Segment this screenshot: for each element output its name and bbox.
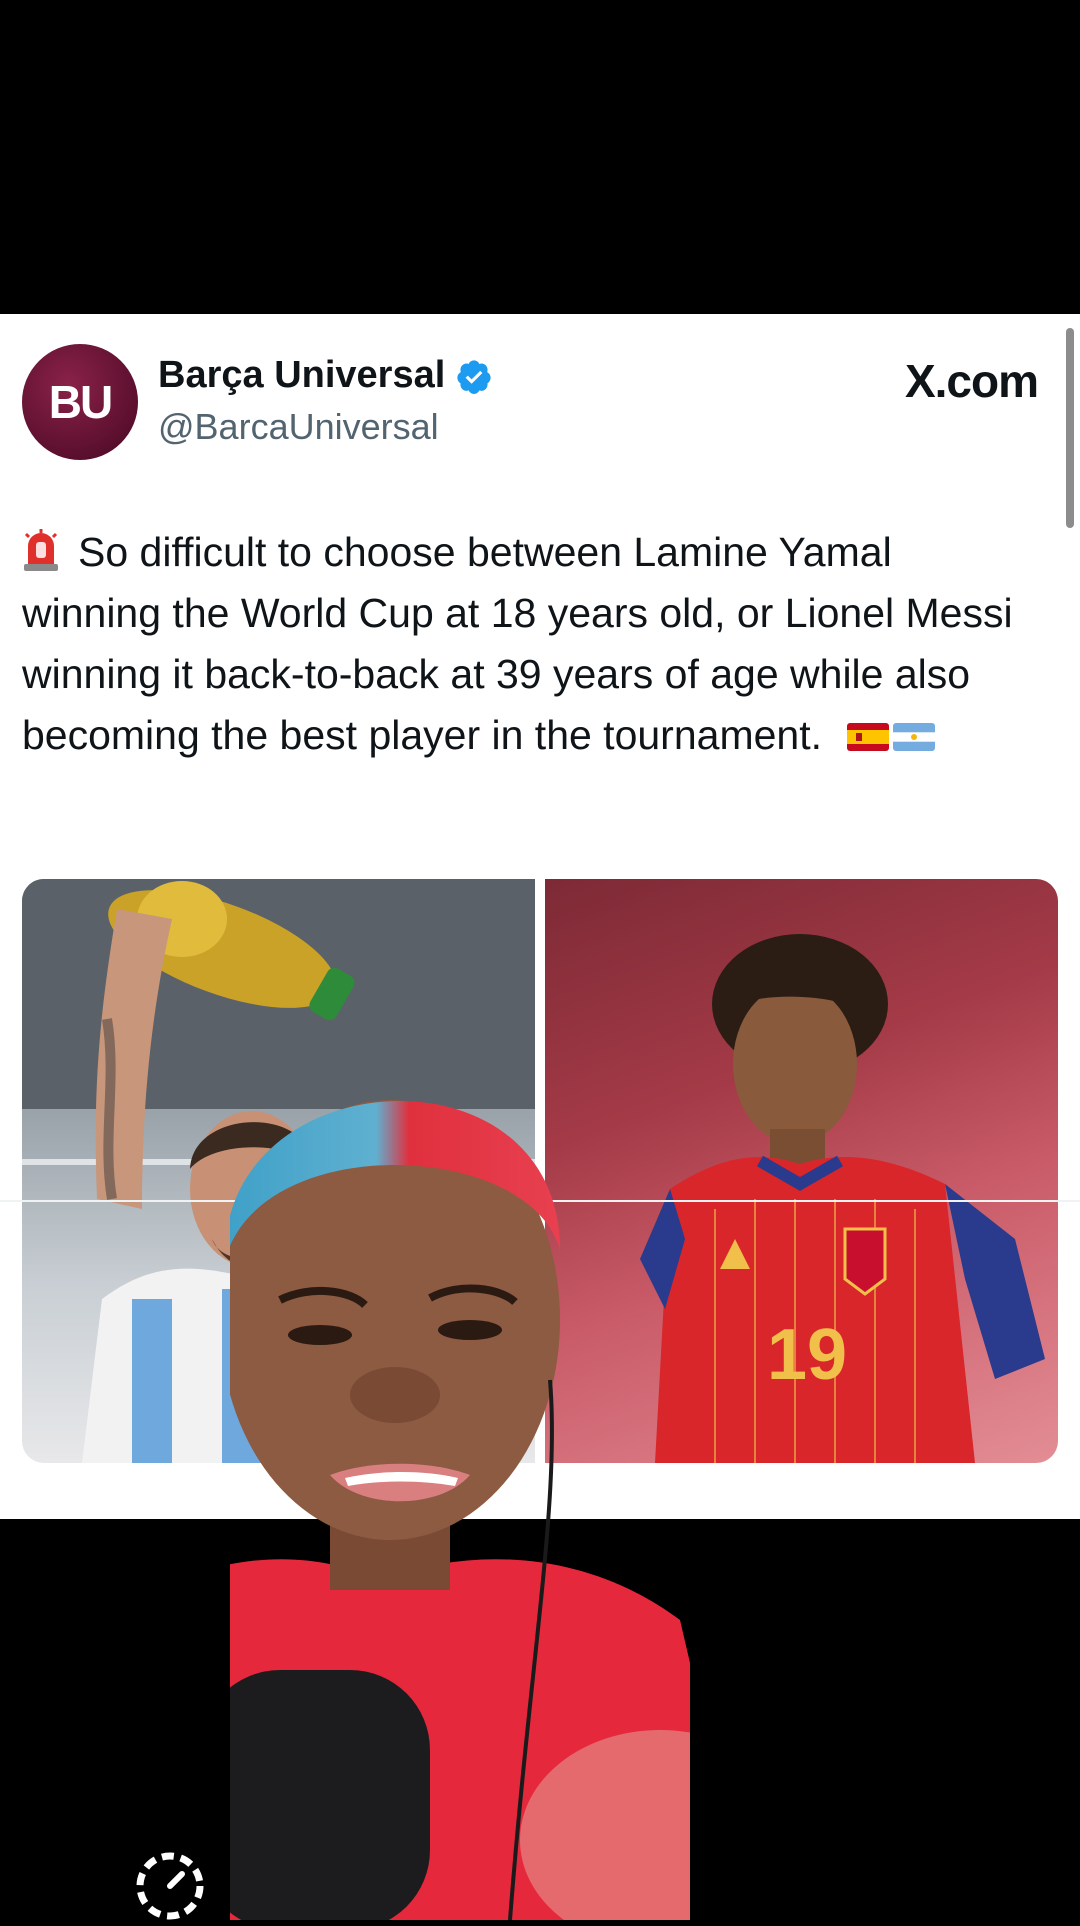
handle[interactable]: @BarcaUniversal xyxy=(158,406,439,448)
scrollbar[interactable] xyxy=(1066,328,1074,528)
tweet-text: So difficult to choose between Lamine Ya… xyxy=(22,522,1032,766)
argentina-flag-icon xyxy=(893,723,936,751)
x-com-badge: X.com xyxy=(904,355,1039,407)
siren-emoji-icon xyxy=(24,529,58,571)
loading-timer-icon[interactable] xyxy=(130,1846,210,1926)
verified-badge-icon xyxy=(457,360,491,395)
jersey-number: 19 xyxy=(767,1315,847,1395)
spain-flag-icon xyxy=(847,723,890,751)
top-black-bar xyxy=(0,0,1080,314)
avatar-text: BU xyxy=(48,376,113,428)
avatar[interactable]: BU xyxy=(22,344,138,460)
creator-video-overlay xyxy=(230,1100,690,1920)
display-name[interactable]: Barça Universal xyxy=(158,354,445,397)
